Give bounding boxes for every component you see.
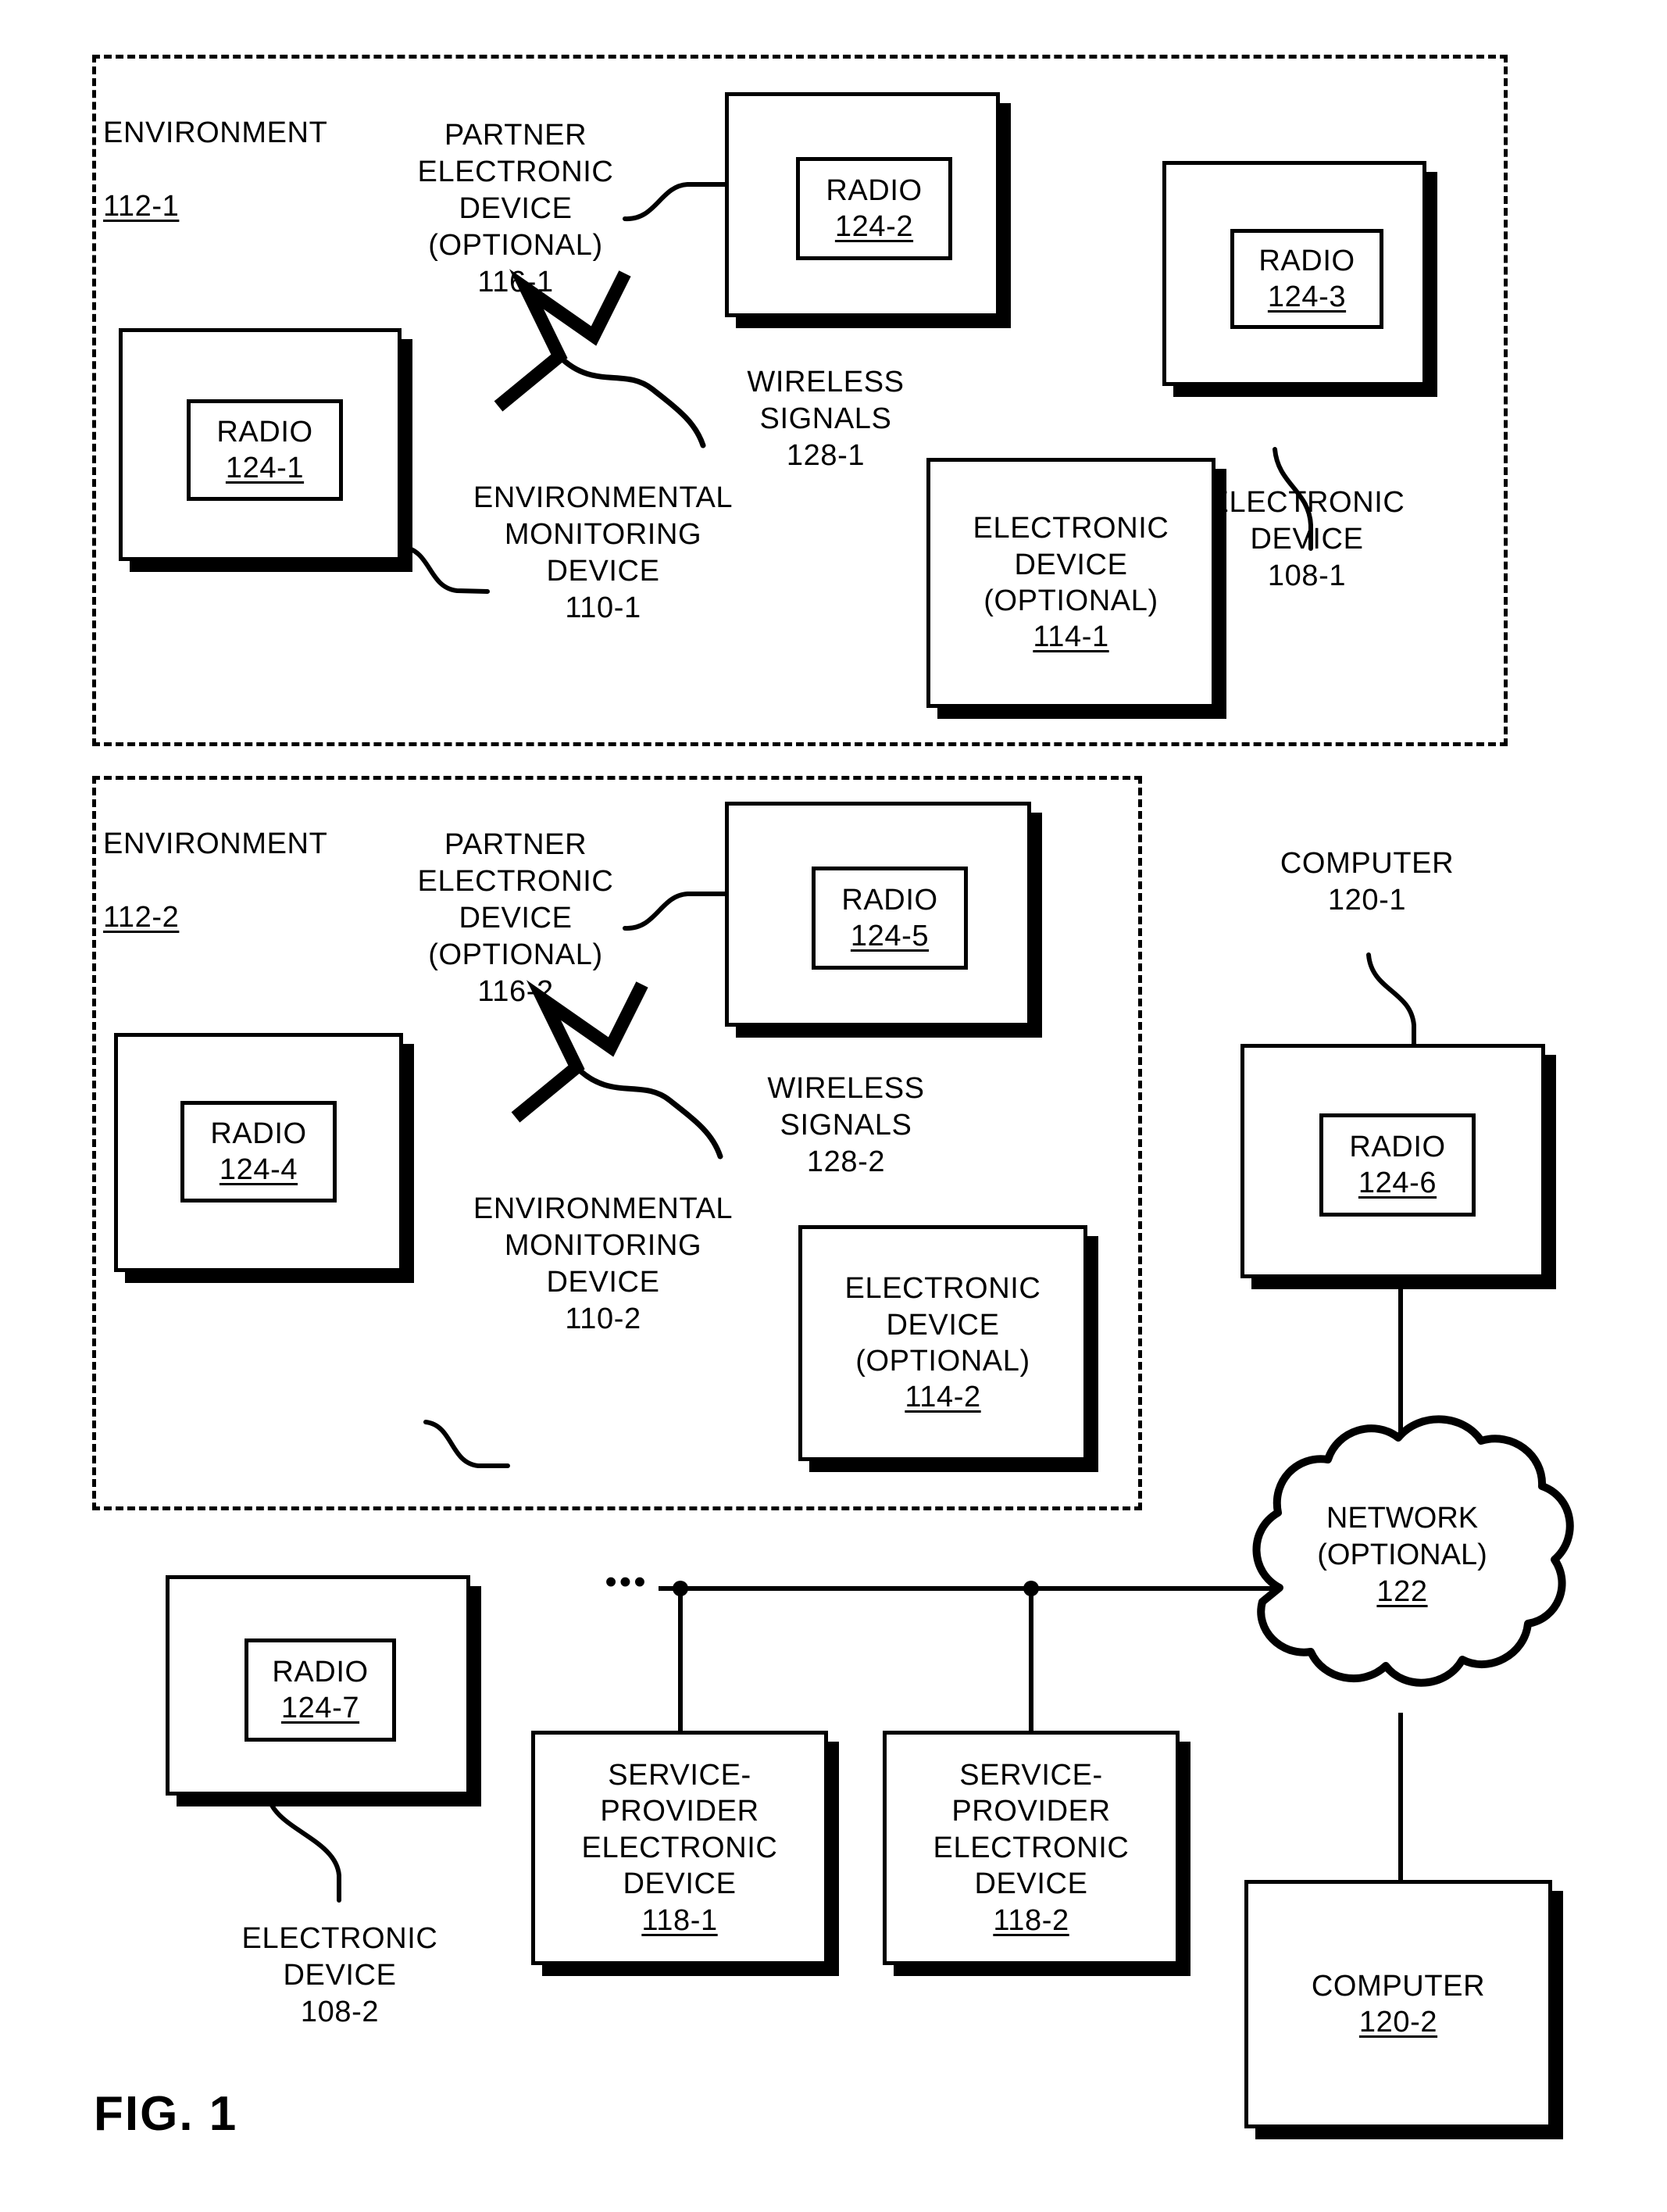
service-provider-device-118-1-number: 118-1 (641, 1903, 718, 1937)
environmental-monitoring-device-2-box: RADIO 124-4 (114, 1033, 403, 1272)
electronic-device-114-2-box: ELECTRONIC DEVICE (OPTIONAL) 114-2 (798, 1225, 1087, 1461)
radio-124-6-box: RADIO 124-6 (1319, 1113, 1476, 1217)
partner-electronic-device-2-label: PARTNER ELECTRONIC DEVICE (OPTIONAL) 116… (417, 828, 614, 1009)
partner-electronic-device-2-box: RADIO 124-5 (725, 802, 1031, 1027)
patent-figure-1: ENVIRONMENT 112-1 ENVIRONMENT 112-2 PART… (0, 0, 1667, 2212)
leader-line-108-2 (266, 1791, 341, 1903)
radio-124-7-number: 124-7 (280, 1692, 360, 1724)
network-cloud-subtitle: (OPTIONAL) (1317, 1538, 1487, 1572)
radio-124-6-number: 124-6 (1358, 1167, 1437, 1199)
radio-124-7-box: RADIO 124-7 (245, 1638, 396, 1742)
leader-line-116-1 (623, 182, 727, 222)
partner-electronic-device-1-label: PARTNER ELECTRONIC DEVICE (OPTIONAL) 116… (417, 119, 614, 299)
service-provider-device-118-2-box: SERVICE- PROVIDER ELECTRONIC DEVICE 118-… (883, 1731, 1180, 1965)
leader-line-110-2 (423, 1420, 510, 1468)
radio-124-1-title: RADIO (216, 415, 313, 448)
environmental-monitoring-device-2-label: ENVIRONMENTAL MONITORING DEVICE 110-2 (473, 1192, 734, 1336)
bus-junction-dot-2 (1023, 1581, 1039, 1596)
radio-124-4-title: RADIO (210, 1117, 307, 1150)
computer-120-1-box: RADIO 124-6 (1240, 1044, 1545, 1278)
radio-124-5-number: 124-5 (850, 920, 930, 952)
computer-120-2-number: 120-2 (1358, 2006, 1438, 2039)
radio-124-2-box: RADIO 124-2 (796, 157, 952, 260)
bus-junction-dot-1 (673, 1581, 688, 1596)
radio-124-6-title: RADIO (1349, 1130, 1446, 1163)
radio-124-5-box: RADIO 124-5 (812, 867, 968, 970)
service-provider-device-118-2-number: 118-2 (993, 1903, 1069, 1937)
network-cloud-title: NETWORK (1326, 1502, 1479, 1535)
partner-electronic-device-1-box: RADIO 124-2 (725, 92, 1000, 317)
electronic-device-108-1-label: ELECTRONIC DEVICE 108-1 (1208, 486, 1405, 593)
radio-124-3-number: 124-3 (1267, 281, 1347, 313)
radio-124-2-title: RADIO (826, 173, 923, 207)
electronic-device-114-1-box: ELECTRONIC DEVICE (OPTIONAL) 114-1 (926, 458, 1215, 708)
electronic-device-108-2-box: RADIO 124-7 (166, 1575, 470, 1796)
computer-120-2-box: COMPUTER 120-2 (1244, 1880, 1552, 2128)
network-cloud-number: 122 (1376, 1575, 1428, 1609)
network-cloud-label: NETWORK (OPTIONAL) 122 (1289, 1500, 1515, 1610)
service-provider-device-118-1-title: SERVICE- PROVIDER ELECTRONIC DEVICE (581, 1759, 778, 1901)
leader-line-120-1 (1366, 952, 1416, 1046)
radio-124-3-title: RADIO (1258, 244, 1355, 277)
computer-120-2-title: COMPUTER (1311, 1969, 1486, 2003)
wireless-signals-1-label: WIRELESS SIGNALS 128-1 (747, 366, 905, 473)
radio-124-3-box: RADIO 124-3 (1230, 229, 1383, 329)
bus-ellipsis-label: ••• (605, 1563, 648, 1601)
leader-line-116-2 (623, 892, 727, 931)
radio-124-7-title: RADIO (272, 1655, 369, 1688)
radio-124-1-box: RADIO 124-1 (187, 399, 343, 501)
environmental-monitoring-device-1-box: RADIO 124-1 (119, 328, 402, 561)
service-provider-device-118-1-box: SERVICE- PROVIDER ELECTRONIC DEVICE 118-… (531, 1731, 828, 1965)
radio-124-1-number: 124-1 (225, 452, 305, 484)
electronic-device-114-2-title: ELECTRONIC DEVICE (OPTIONAL) (844, 1272, 1041, 1378)
radio-124-4-number: 124-4 (219, 1153, 298, 1186)
computer-120-1-label: COMPUTER 120-1 (1280, 847, 1455, 917)
electronic-device-108-2-label: ELECTRONIC DEVICE 108-2 (241, 1922, 438, 2029)
radio-124-2-number: 124-2 (834, 210, 914, 243)
electronic-device-114-2-number: 114-2 (905, 1381, 981, 1414)
electronic-device-114-1-number: 114-1 (1033, 620, 1109, 654)
radio-124-4-box: RADIO 124-4 (180, 1101, 337, 1202)
figure-caption: FIG. 1 (94, 2087, 238, 2141)
electronic-device-108-1-box: RADIO 124-3 (1162, 161, 1426, 386)
service-provider-device-118-2-title: SERVICE- PROVIDER ELECTRONIC DEVICE (933, 1759, 1130, 1901)
environmental-monitoring-device-1-label: ENVIRONMENTAL MONITORING DEVICE 110-1 (473, 481, 734, 625)
radio-124-5-title: RADIO (841, 883, 938, 917)
wireless-signals-2-label: WIRELESS SIGNALS 128-2 (767, 1072, 925, 1179)
electronic-device-114-1-title: ELECTRONIC DEVICE (OPTIONAL) (973, 512, 1169, 617)
